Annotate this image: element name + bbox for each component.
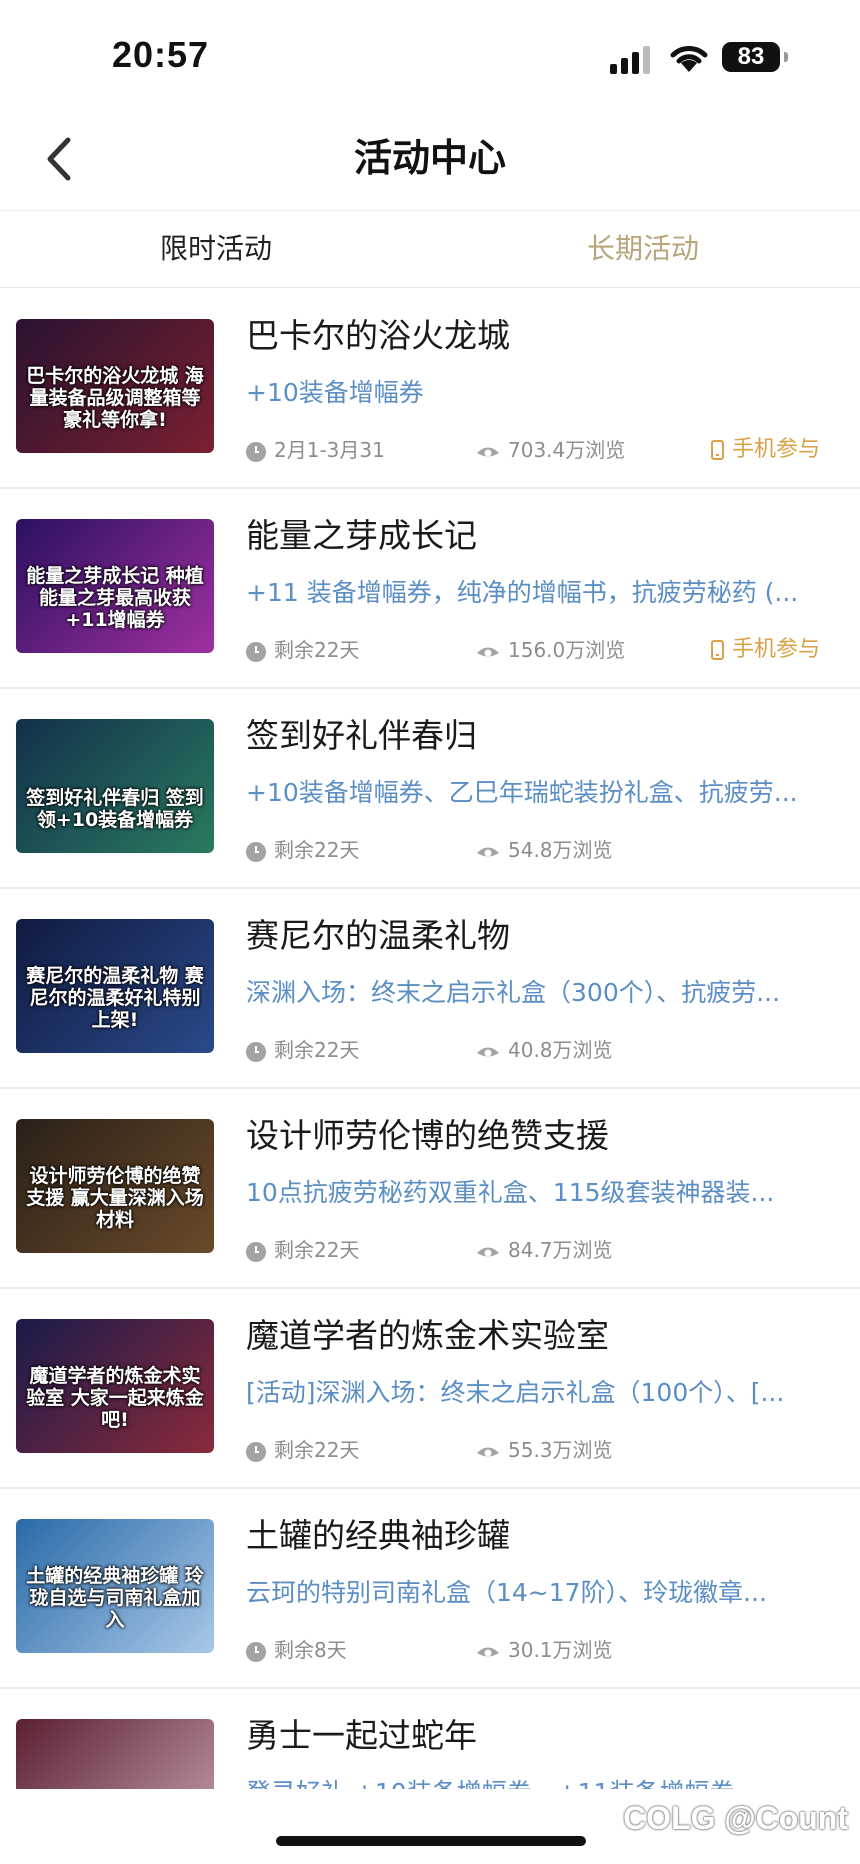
tab-limited[interactable]: 限时活动 [66,211,366,287]
activity-item[interactable]: 设计师劳伦博的绝赞支援 赢大量深渊入场材料 设计师劳伦博的绝赞支援 10点抗疲劳… [0,1087,860,1289]
eye-icon [477,1447,499,1456]
activity-title: 赛尼尔的温柔礼物 [246,916,510,955]
activity-item[interactable]: 勇士一起过蛇年 登录好礼 +10装备增幅券、+11装备增幅券 [0,1687,860,1789]
battery-icon: 83 [722,42,788,72]
tab-bar: 限时活动 长期活动 [0,210,860,288]
activity-time: 2月1-3月31 [246,437,385,463]
activity-reward: +10装备增幅券 [246,378,424,407]
activity-title: 魔道学者的炼金术实验室 [246,1316,609,1355]
activity-thumbnail: 魔道学者的炼金术实验室 大家一起来炼金吧! [16,1319,214,1453]
home-indicator[interactable] [276,1836,586,1846]
activity-views: 703.4万浏览 [476,437,625,463]
activity-views: 55.3万浏览 [476,1437,613,1463]
activity-thumbnail [16,1719,214,1789]
clock-icon [246,1441,266,1462]
wifi-icon [670,46,708,72]
eye-icon [477,1647,499,1656]
activity-reward: [活动]深渊入场：终末之启示礼盒（100个）、[... [246,1378,785,1407]
activity-reward: 云珂的特别司南礼盒（14~17阶）、玲珑徽章... [246,1578,767,1607]
mobile-participate-button[interactable]: 手机参与 [710,431,820,463]
clock-icon [246,1641,266,1662]
activity-title: 能量之芽成长记 [246,516,477,555]
activity-views: 54.8万浏览 [476,837,613,863]
activity-item[interactable]: 巴卡尔的浴火龙城 海量装备品级调整箱等 豪礼等你拿! 巴卡尔的浴火龙城 +10装… [0,287,860,489]
eye-icon [477,847,499,856]
activity-time: 剩余22天 [246,637,359,663]
activity-thumbnail: 设计师劳伦博的绝赞支援 赢大量深渊入场材料 [16,1119,214,1253]
activity-item[interactable]: 土罐的经典袖珍罐 玲珑自选与司南礼盒加入 土罐的经典袖珍罐 云珂的特别司南礼盒（… [0,1487,860,1689]
activity-title: 设计师劳伦博的绝赞支援 [246,1116,609,1155]
clock-icon [246,1041,266,1062]
activity-title: 签到好礼伴春归 [246,716,477,755]
activity-time: 剩余22天 [246,1037,359,1063]
activity-reward: +11 装备增幅券，纯净的增幅书，抗疲劳秘药 (... [246,578,799,607]
phone-icon [710,440,724,460]
eye-icon [477,1047,499,1056]
activity-reward: 深渊入场：终末之启示礼盒（300个）、抗疲劳... [246,978,781,1007]
activity-item[interactable]: 魔道学者的炼金术实验室 大家一起来炼金吧! 魔道学者的炼金术实验室 [活动]深渊… [0,1287,860,1489]
activity-thumbnail: 巴卡尔的浴火龙城 海量装备品级调整箱等 豪礼等你拿! [16,319,214,453]
activity-time: 剩余8天 [246,1637,347,1663]
clock-icon [246,841,266,862]
activity-views: 30.1万浏览 [476,1637,613,1663]
activity-thumbnail: 签到好礼伴春归 签到领+10装备增幅券 [16,719,214,853]
activity-time: 剩余22天 [246,1437,359,1463]
activity-thumbnail: 能量之芽成长记 种植能量之芽最高收获+11增幅券 [16,519,214,653]
clock-icon [246,1241,266,1262]
activity-title: 勇士一起过蛇年 [246,1716,477,1755]
activity-title: 巴卡尔的浴火龙城 [246,316,510,355]
eye-icon [477,447,499,456]
tab-long-term[interactable]: 长期活动 [493,211,793,287]
eye-icon [477,647,499,656]
activity-reward: +10装备增幅券、乙巳年瑞蛇装扮礼盒、抗疲劳... [246,778,798,807]
activity-views: 40.8万浏览 [476,1037,613,1063]
activity-time: 剩余22天 [246,837,359,863]
eye-icon [477,1247,499,1256]
activity-title: 土罐的经典袖珍罐 [246,1516,510,1555]
activity-time: 剩余22天 [246,1237,359,1263]
activity-views: 84.7万浏览 [476,1237,613,1263]
activity-list: 巴卡尔的浴火龙城 海量装备品级调整箱等 豪礼等你拿! 巴卡尔的浴火龙城 +10装… [0,287,860,1789]
activity-reward: 登录好礼 +10装备增幅券、+11装备增幅券 [246,1773,826,1789]
mobile-participate-button[interactable]: 手机参与 [710,631,820,663]
activity-reward: 10点抗疲劳秘药双重礼盒、115级套装神器装... [246,1178,775,1207]
status-time: 20:57 [112,34,210,75]
status-bar: 20:57 83 [0,0,860,110]
cellular-signal-icon [610,44,652,74]
clock-icon [246,441,266,462]
clock-icon [246,641,266,662]
activity-thumbnail: 土罐的经典袖珍罐 玲珑自选与司南礼盒加入 [16,1519,214,1653]
nav-bar: 活动中心 [0,110,860,210]
activity-views: 156.0万浏览 [476,637,625,663]
activity-item[interactable]: 能量之芽成长记 种植能量之芽最高收获+11增幅券 能量之芽成长记 +11 装备增… [0,487,860,689]
phone-icon [710,640,724,660]
activity-thumbnail: 赛尼尔的温柔礼物 赛尼尔的温柔好礼特别上架! [16,919,214,1053]
activity-item[interactable]: 赛尼尔的温柔礼物 赛尼尔的温柔好礼特别上架! 赛尼尔的温柔礼物 深渊入场：终末之… [0,887,860,1089]
page-title: 活动中心 [353,136,506,180]
activity-item[interactable]: 签到好礼伴春归 签到领+10装备增幅券 签到好礼伴春归 +10装备增幅券、乙巳年… [0,687,860,889]
watermark: COLG @Count [623,1800,848,1836]
